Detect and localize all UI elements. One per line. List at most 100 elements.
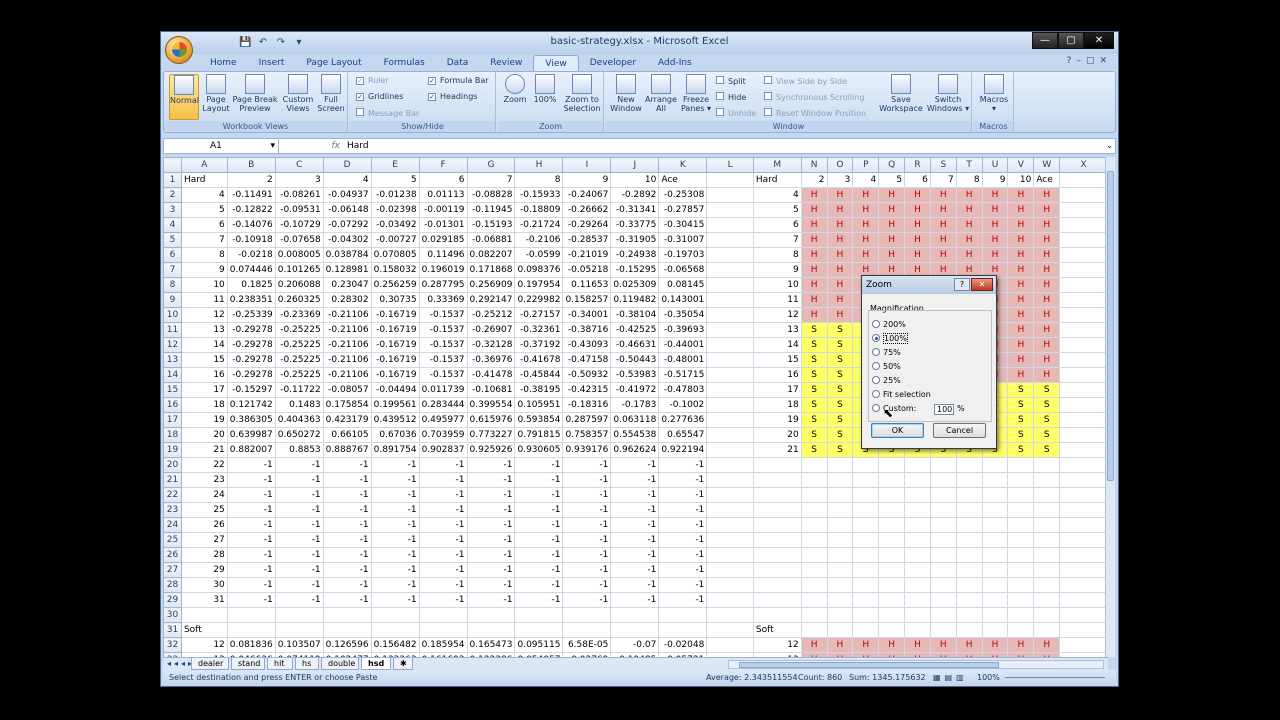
cell-c5[interactable]: -0.07658 [274, 232, 324, 248]
cell-h24[interactable]: -1 [514, 517, 564, 533]
cell-x10[interactable] [1059, 307, 1108, 323]
cell-v13[interactable]: H [1007, 352, 1035, 368]
cell-j20[interactable]: -1 [610, 457, 660, 473]
cell-g4[interactable]: -0.15193 [466, 217, 516, 233]
cell-e29[interactable]: -1 [370, 592, 420, 608]
cell-v22[interactable] [1007, 487, 1035, 503]
cell-c20[interactable]: -1 [274, 457, 324, 473]
cell-q30[interactable] [878, 607, 906, 623]
cell-h31[interactable] [514, 622, 564, 638]
cell-w3[interactable]: H [1033, 202, 1061, 218]
cell-l28[interactable] [706, 577, 754, 593]
cell-m24[interactable] [752, 517, 802, 533]
cell-c15[interactable]: -0.11722 [274, 382, 324, 398]
cell-j26[interactable]: -1 [610, 547, 660, 563]
cell-c14[interactable]: -0.25225 [274, 367, 324, 383]
cell-s31[interactable] [929, 622, 957, 638]
cell-c26[interactable]: -1 [274, 547, 324, 563]
vertical-scroll-thumb[interactable] [1107, 171, 1114, 481]
cell-x1[interactable] [1059, 172, 1108, 188]
column-header-n[interactable]: N [800, 157, 828, 173]
row-header[interactable]: 21 [163, 472, 182, 488]
cell-a17[interactable]: 19 [180, 412, 228, 428]
cell-p31[interactable] [852, 622, 880, 638]
arrange-all-button[interactable]: Arrange All [644, 74, 678, 113]
cell-a28[interactable]: 30 [180, 577, 228, 593]
cell-a22[interactable]: 24 [180, 487, 228, 503]
name-box[interactable]: A1 ▾ [164, 139, 279, 153]
cell-w31[interactable] [1033, 622, 1061, 638]
cell-a9[interactable]: 11 [180, 292, 228, 308]
cell-l2[interactable] [706, 187, 754, 203]
synchronous-scrolling-button[interactable]: Synchronous Scrolling [764, 92, 864, 102]
cell-k21[interactable]: -1 [658, 472, 708, 488]
cell-t32[interactable]: H [955, 637, 983, 653]
page-break-preview-button[interactable]: Page Break Preview [232, 74, 278, 113]
cell-o12[interactable]: S [826, 337, 854, 353]
cell-n16[interactable]: S [800, 397, 828, 413]
cell-i1[interactable]: 9 [562, 172, 612, 188]
cell-e14[interactable]: -0.16719 [370, 367, 420, 383]
cell-b7[interactable]: 0.074446 [226, 262, 276, 278]
tab-insert[interactable]: Insert [248, 55, 296, 71]
formula-input[interactable]: Hard [347, 139, 369, 153]
cell-s21[interactable] [929, 472, 957, 488]
cell-s30[interactable] [929, 607, 957, 623]
cell-l14[interactable] [706, 367, 754, 383]
cell-o3[interactable]: H [826, 202, 854, 218]
expand-formula-bar-icon[interactable]: ⌄ [1106, 139, 1113, 153]
cell-v2[interactable]: H [1007, 187, 1035, 203]
cell-j11[interactable]: -0.42525 [610, 322, 660, 338]
cell-w8[interactable]: H [1033, 277, 1061, 293]
cell-e15[interactable]: -0.04494 [370, 382, 420, 398]
cell-w28[interactable] [1033, 577, 1061, 593]
split-button[interactable]: Split [716, 76, 746, 86]
cell-c23[interactable]: -1 [274, 502, 324, 518]
cell-b21[interactable]: -1 [226, 472, 276, 488]
cell-a16[interactable]: 18 [180, 397, 228, 413]
cell-m27[interactable] [752, 562, 802, 578]
cell-h8[interactable]: 0.197954 [514, 277, 564, 293]
cell-c9[interactable]: 0.260325 [274, 292, 324, 308]
cell-p30[interactable] [852, 607, 880, 623]
cell-o25[interactable] [826, 532, 854, 548]
cell-p6[interactable]: H [852, 247, 880, 263]
cell-o8[interactable]: H [826, 277, 854, 293]
cell-a5[interactable]: 7 [180, 232, 228, 248]
cell-w21[interactable] [1033, 472, 1061, 488]
cell-f13[interactable]: -0.1537 [418, 352, 468, 368]
cell-u1[interactable]: 9 [981, 172, 1009, 188]
cell-c6[interactable]: 0.008005 [274, 247, 324, 263]
switch-windows-button[interactable]: Switch Windows ▾ [926, 74, 970, 113]
cell-h32[interactable]: 0.095115 [514, 637, 564, 653]
zoom-option-custom[interactable]: Custom: [872, 404, 916, 414]
cell-j19[interactable]: 0.962624 [610, 442, 660, 458]
cell-n12[interactable]: S [800, 337, 828, 353]
cell-f9[interactable]: 0.33369 [418, 292, 468, 308]
cell-p23[interactable] [852, 502, 880, 518]
cell-v28[interactable] [1007, 577, 1035, 593]
cell-p2[interactable]: H [852, 187, 880, 203]
cell-l7[interactable] [706, 262, 754, 278]
cell-x31[interactable] [1059, 622, 1108, 638]
cell-j25[interactable]: -1 [610, 532, 660, 548]
cell-h4[interactable]: -0.21724 [514, 217, 564, 233]
cell-o23[interactable] [826, 502, 854, 518]
cell-a4[interactable]: 6 [180, 217, 228, 233]
cell-n13[interactable]: S [800, 352, 828, 368]
cell-b19[interactable]: 0.882007 [226, 442, 276, 458]
cell-g16[interactable]: 0.399554 [466, 397, 516, 413]
cell-c22[interactable]: -1 [274, 487, 324, 503]
column-header-t[interactable]: T [955, 157, 983, 173]
cell-i19[interactable]: 0.939176 [562, 442, 612, 458]
cell-d31[interactable] [322, 622, 372, 638]
cell-f6[interactable]: 0.11496 [418, 247, 468, 263]
cell-k28[interactable]: -1 [658, 577, 708, 593]
formula-bar-checkbox[interactable]: ✓ Formula Bar [428, 76, 489, 85]
cell-n19[interactable]: S [800, 442, 828, 458]
cell-o24[interactable] [826, 517, 854, 533]
cell-k12[interactable]: -0.44001 [658, 337, 708, 353]
cell-m15[interactable]: 17 [752, 382, 802, 398]
cell-m23[interactable] [752, 502, 802, 518]
cell-n9[interactable]: H [800, 292, 828, 308]
